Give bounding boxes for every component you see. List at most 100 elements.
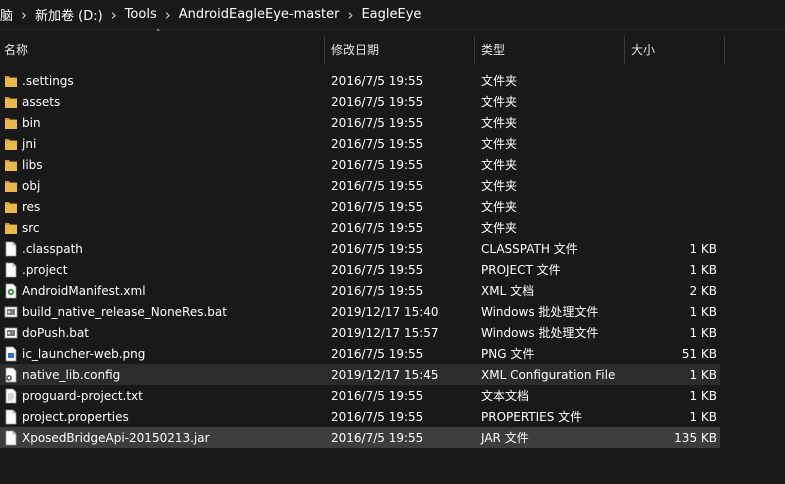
bat-icon — [4, 325, 18, 341]
file-date: 2016/7/5 19:55 — [331, 157, 424, 172]
breadcrumb-item-eagleeye[interactable]: EagleEye — [357, 7, 425, 22]
file-name-cell: bin — [0, 115, 325, 131]
breadcrumb-item-drive-d[interactable]: 新加卷 (D:) — [31, 5, 107, 24]
file-name: obj — [22, 178, 41, 193]
file-name-cell: .settings — [0, 73, 325, 89]
column-header-name[interactable]: ˄ 名称 — [0, 30, 325, 64]
file-row[interactable]: jni 2016/7/5 19:55 文件夹 — [0, 133, 720, 154]
file-type: 文件夹 — [481, 200, 518, 214]
column-header-size[interactable]: 大小 — [625, 36, 725, 64]
sort-ascending-icon: ˄ — [156, 29, 161, 39]
file-name-cell: res — [0, 199, 325, 215]
file-type: XML 文档 — [481, 284, 535, 298]
file-size: 1 KB — [689, 304, 717, 319]
file-row[interactable]: proguard-project.txt 2016/7/5 19:55 文本文档 1 … — [0, 385, 720, 406]
file-name: .project — [22, 262, 68, 277]
file-date: 2016/7/5 19:55 — [331, 346, 424, 361]
file-row[interactable]: XposedBridgeApi-20150213.jar 2016/7/5 19:… — [0, 427, 720, 448]
file-row[interactable]: bin 2016/7/5 19:55 文件夹 — [0, 112, 720, 133]
file-type: 文本文档 — [481, 389, 530, 403]
column-header-row: ˄ 名称 修改日期 类型 大小 — [0, 30, 785, 64]
folder-icon — [4, 115, 18, 131]
breadcrumb-item-androideagleeye-master[interactable]: AndroidEagleEye-master — [175, 7, 344, 22]
file-row[interactable]: obj 2016/7/5 19:55 文件夹 — [0, 175, 720, 196]
file-row[interactable]: libs 2016/7/5 19:55 文件夹 — [0, 154, 720, 175]
file-name: .classpath — [22, 241, 83, 256]
file-row[interactable]: ic_launcher-web.png 2016/7/5 19:55 PNG 文件 5… — [0, 343, 720, 364]
file-size: 135 KB — [674, 430, 717, 445]
file-type: PROJECT 文件 — [481, 263, 561, 277]
folder-icon — [4, 178, 18, 194]
file-type: XML Configuration File — [481, 367, 616, 382]
file-date: 2016/7/5 19:55 — [331, 199, 424, 214]
file-date: 2019/12/17 15:57 — [331, 325, 439, 340]
image-icon — [4, 346, 18, 362]
file-row[interactable]: build_native_release_NoneRes.bat 2019/12/… — [0, 301, 720, 322]
column-header-date[interactable]: 修改日期 — [325, 36, 475, 64]
folder-icon — [4, 94, 18, 110]
file-size: 1 KB — [689, 241, 717, 256]
file-name-cell: assets — [0, 94, 325, 110]
file-name-cell: doPush.bat — [0, 325, 325, 341]
file-row[interactable]: native_lib.config 2019/12/17 15:45 XML Con… — [0, 364, 720, 385]
file-type: Windows 批处理文件 — [481, 326, 599, 340]
file-type: 文件夹 — [481, 137, 518, 151]
file-type: 文件夹 — [481, 158, 518, 172]
file-name: native_lib.config — [22, 367, 121, 382]
chevron-right-icon[interactable] — [107, 6, 121, 24]
column-header-type[interactable]: 类型 — [475, 36, 625, 64]
file-row[interactable]: src 2016/7/5 19:55 文件夹 — [0, 217, 720, 238]
breadcrumb-item-tools[interactable]: Tools — [121, 7, 161, 22]
file-row[interactable]: doPush.bat 2019/12/17 15:57 Windows 批处理文件 1… — [0, 322, 720, 343]
folder-icon — [4, 220, 18, 236]
file-name-cell: ic_launcher-web.png — [0, 346, 325, 362]
config-icon — [4, 367, 18, 383]
file-type: 文件夹 — [481, 74, 518, 88]
address-bar[interactable]: 脑 新加卷 (D:) Tools AndroidEagleEye-master … — [0, 0, 785, 30]
file-list: .settings 2016/7/5 19:55 文件夹 assets 2016/7/5… — [0, 70, 785, 448]
file-date: 2019/12/17 15:45 — [331, 367, 439, 382]
file-name-cell: .project — [0, 262, 325, 278]
file-size: 51 KB — [681, 346, 717, 361]
column-header-size-label: 大小 — [631, 43, 656, 57]
file-row[interactable]: .project 2016/7/5 19:55 PROJECT 文件 1 KB — [0, 259, 720, 280]
file-name: src — [22, 220, 40, 235]
chevron-right-icon[interactable] — [17, 6, 31, 24]
folder-icon — [4, 157, 18, 173]
file-row[interactable]: .settings 2016/7/5 19:55 文件夹 — [0, 70, 720, 91]
chevron-right-icon[interactable] — [161, 6, 175, 24]
text-file-icon — [4, 388, 18, 404]
file-row[interactable]: .classpath 2016/7/5 19:55 CLASSPATH 文件 1 KB — [0, 238, 720, 259]
file-size: 2 KB — [689, 283, 717, 298]
file-name-cell: XposedBridgeApi-20150213.jar — [0, 430, 325, 446]
file-row[interactable]: project.properties 2016/7/5 19:55 PROPERTI… — [0, 406, 720, 427]
file-name: res — [22, 199, 41, 214]
file-row[interactable]: res 2016/7/5 19:55 文件夹 — [0, 196, 720, 217]
file-icon — [4, 409, 18, 425]
column-header-type-label: 类型 — [481, 43, 506, 57]
file-icon — [4, 241, 18, 257]
file-name: doPush.bat — [22, 325, 89, 340]
file-type: 文件夹 — [481, 221, 518, 235]
file-date: 2016/7/5 19:55 — [331, 73, 424, 88]
file-name: bin — [22, 115, 41, 130]
file-name: .settings — [22, 73, 74, 88]
file-date: 2016/7/5 19:55 — [331, 262, 424, 277]
file-row[interactable]: AndroidManifest.xml 2016/7/5 19:55 XML 文档 2… — [0, 280, 720, 301]
file-size: 1 KB — [689, 409, 717, 424]
file-date: 2019/12/17 15:40 — [331, 304, 439, 319]
file-name-cell: libs — [0, 157, 325, 173]
breadcrumb-item-this-pc[interactable]: 脑 — [0, 5, 17, 24]
folder-icon — [4, 136, 18, 152]
file-type: 文件夹 — [481, 116, 518, 130]
file-name-cell: proguard-project.txt — [0, 388, 325, 404]
file-name: XposedBridgeApi-20150213.jar — [22, 430, 210, 445]
file-name-cell: .classpath — [0, 241, 325, 257]
file-row[interactable]: assets 2016/7/5 19:55 文件夹 — [0, 91, 720, 112]
chevron-right-icon[interactable] — [343, 6, 357, 24]
column-header-date-label: 修改日期 — [331, 43, 380, 57]
file-date: 2016/7/5 19:55 — [331, 430, 424, 445]
file-type: PNG 文件 — [481, 347, 535, 361]
column-header-name-label: 名称 — [4, 43, 29, 57]
file-name: proguard-project.txt — [22, 388, 143, 403]
